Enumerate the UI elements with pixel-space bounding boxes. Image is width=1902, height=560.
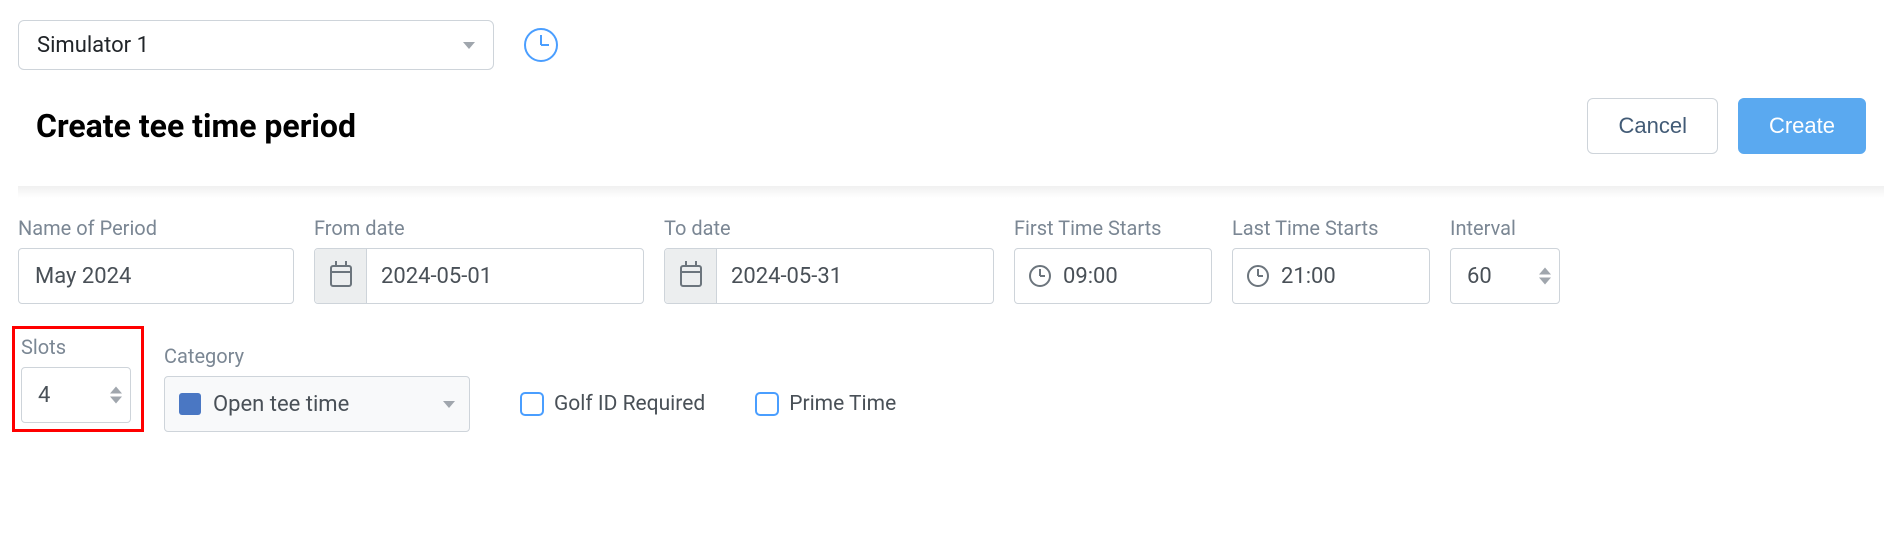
stepper-down-icon[interactable] [1539,278,1551,285]
from-date-input[interactable]: 2024-05-01 [314,248,644,304]
page-title: Create tee time period [36,107,356,145]
to-date-input[interactable]: 2024-05-31 [664,248,994,304]
header-actions: Cancel Create [1587,98,1866,154]
category-value: Open tee time [213,392,349,417]
category-select[interactable]: Open tee time [164,376,470,432]
stepper-up-icon[interactable] [1539,268,1551,275]
calendar-icon [665,249,717,303]
category-label: Category [164,344,470,368]
stepper-down-icon[interactable] [110,397,122,404]
golf-id-label: Golf ID Required [554,392,705,416]
from-date-value: 2024-05-01 [367,264,643,289]
prime-time-label: Prime Time [789,392,896,416]
first-time-label: First Time Starts [1014,216,1212,240]
cancel-button[interactable]: Cancel [1587,98,1717,154]
to-date-value: 2024-05-31 [717,264,993,289]
stepper-up-icon[interactable] [110,387,122,394]
name-input[interactable] [35,264,277,289]
clock-icon [1247,265,1269,287]
prime-time-checkbox[interactable] [755,392,779,416]
last-time-label: Last Time Starts [1232,216,1430,240]
slots-label: Slots [21,335,131,359]
category-color-swatch [179,393,201,415]
first-time-input[interactable]: 09:00 [1014,248,1212,304]
chevron-down-icon [463,42,475,49]
calendar-icon [315,249,367,303]
simulator-select[interactable]: Simulator 1 [18,20,494,70]
name-input-wrap [18,248,294,304]
to-date-label: To date [664,216,994,240]
slots-stepper[interactable]: 4 [21,367,131,423]
golf-id-checkbox-wrap: Golf ID Required [520,376,705,432]
first-time-value: 09:00 [1063,264,1118,289]
chevron-down-icon [443,401,455,408]
clock-icon [1029,265,1051,287]
clock-icon[interactable] [524,28,558,62]
name-label: Name of Period [18,216,294,240]
last-time-value: 21:00 [1281,264,1336,289]
slots-value: 4 [38,383,50,408]
golf-id-checkbox[interactable] [520,392,544,416]
simulator-select-value: Simulator 1 [37,33,149,58]
interval-label: Interval [1450,216,1560,240]
prime-time-checkbox-wrap: Prime Time [755,376,896,432]
slots-highlight: Slots 4 [12,326,144,432]
from-date-label: From date [314,216,644,240]
last-time-input[interactable]: 21:00 [1232,248,1430,304]
interval-stepper[interactable]: 60 [1450,248,1560,304]
divider [18,186,1884,198]
interval-value: 60 [1467,264,1492,289]
create-button[interactable]: Create [1738,98,1866,154]
